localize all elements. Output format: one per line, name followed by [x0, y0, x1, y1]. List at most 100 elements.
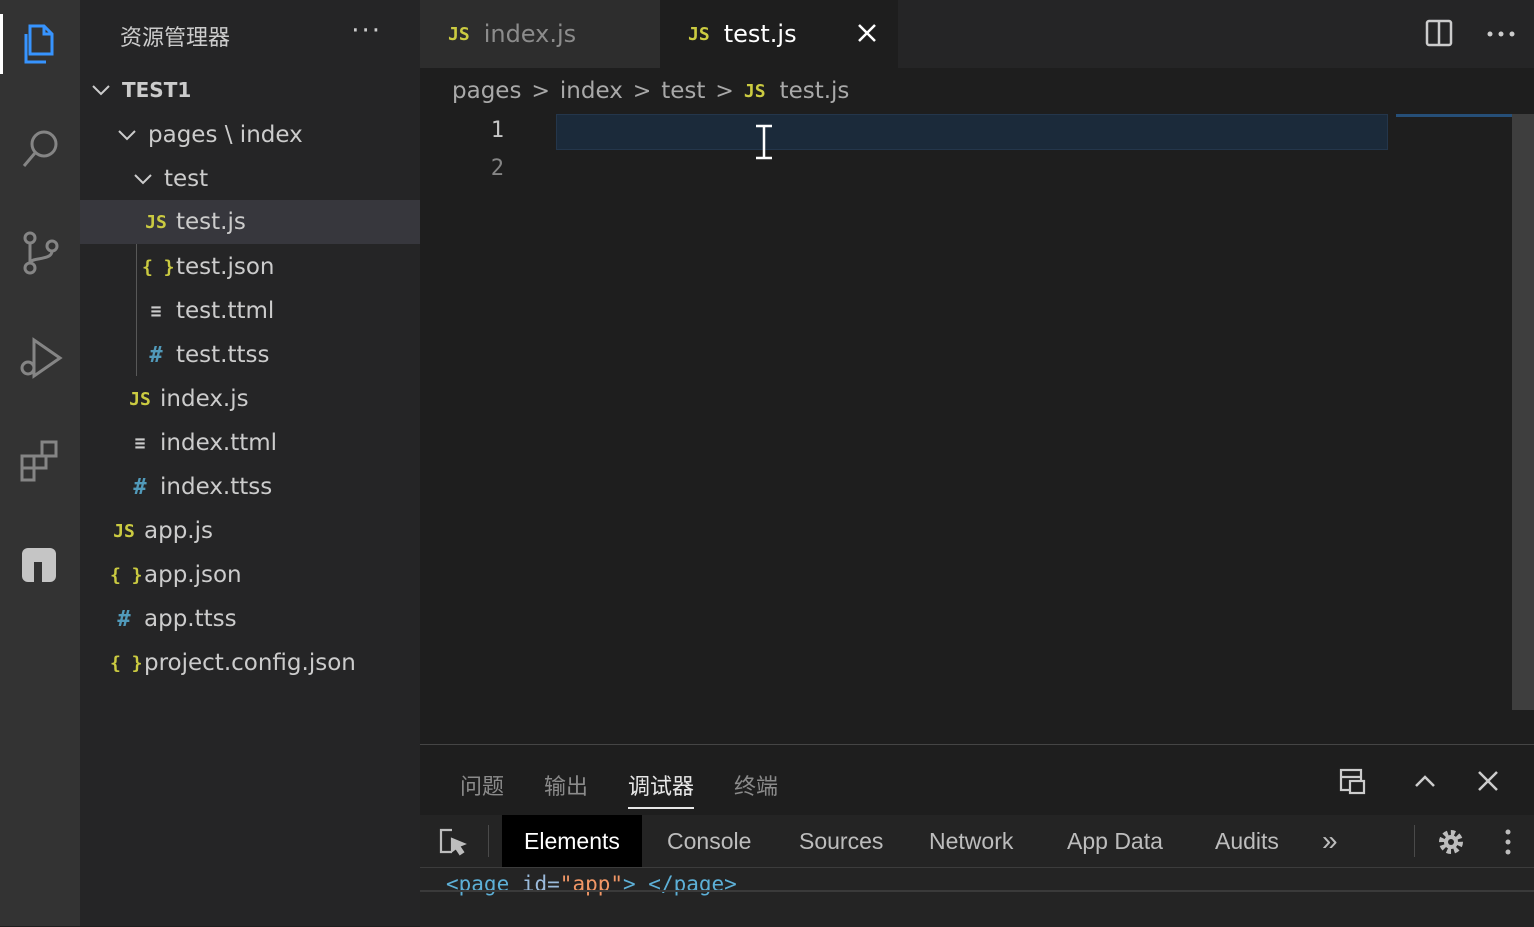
more-actions-icon[interactable]	[1486, 22, 1516, 46]
tab-test-js[interactable]: JS test.js	[660, 0, 898, 68]
chevron-down-icon	[116, 124, 138, 146]
gear-icon[interactable]	[1436, 827, 1466, 857]
explorer-icon[interactable]	[0, 14, 80, 74]
ttml-file-icon: ≡	[150, 300, 162, 322]
tab-index-js[interactable]: JS index.js	[420, 0, 660, 68]
js-file-icon: JS	[129, 388, 151, 410]
tab-label: test.js	[723, 20, 797, 48]
editor-actions	[1394, 0, 1534, 68]
text-cursor-icon	[756, 124, 772, 160]
line-number: 2	[490, 156, 504, 181]
js-file-icon: JS	[448, 23, 470, 45]
elements-panel: <page id="app"> </page>	[420, 868, 1534, 927]
line-number: 1	[490, 118, 504, 143]
more-actions-icon[interactable]: ···	[351, 16, 382, 46]
kebab-menu-icon[interactable]	[1500, 827, 1516, 857]
js-file-icon: JS	[743, 80, 766, 102]
breadcrumb: pages > index > test > JS test.js	[420, 68, 1534, 114]
json-file-icon: { }	[110, 652, 143, 674]
toolbar-divider	[488, 825, 489, 857]
devtools-tab-app-data[interactable]: App Data	[1067, 815, 1163, 867]
search-icon[interactable]	[0, 118, 80, 178]
bottom-panel: 问题 输出 调试器 终端 Elements Console Sources Ne…	[420, 744, 1534, 927]
more-tabs-icon[interactable]: »	[1322, 815, 1338, 867]
tree-item-label: app.js	[144, 518, 213, 544]
breadcrumb-file[interactable]: test.js	[780, 78, 850, 104]
code-editor[interactable]: 1 2	[420, 114, 1534, 744]
editor-scrollbar[interactable]	[1512, 114, 1534, 710]
devtools-tab-console[interactable]: Console	[667, 815, 751, 867]
tree-file-index-ttss[interactable]: # index.ttss	[80, 465, 466, 509]
tree-file-app-json[interactable]: { } app.json	[80, 553, 450, 597]
ttss-file-icon: #	[117, 606, 131, 632]
ttss-file-icon: #	[133, 474, 147, 500]
tree-item-label: index.js	[160, 386, 249, 412]
elements-scrollbar[interactable]	[420, 890, 1534, 892]
dom-node[interactable]: <page id="app"> </page>	[446, 872, 737, 896]
activity-bar	[0, 0, 80, 926]
ttss-file-icon: #	[149, 342, 163, 368]
tree-file-index-ttml[interactable]: ≡ index.ttml	[80, 421, 466, 465]
tree-item-label: app.ttss	[144, 606, 237, 632]
panel-layout-icon[interactable]	[1338, 767, 1368, 797]
explorer-sidebar: 资源管理器 ··· TEST1 pages \ index test JS te…	[80, 0, 482, 926]
sidebar-header: 资源管理器 ···	[80, 0, 420, 68]
devtools-tab-elements[interactable]: Elements	[502, 815, 642, 867]
workspace-root-label: TEST1	[122, 78, 192, 102]
chevron-right-icon: >	[632, 78, 652, 104]
source-control-icon[interactable]	[0, 222, 80, 282]
close-icon[interactable]	[854, 20, 880, 46]
breadcrumb-index[interactable]: index	[560, 78, 623, 104]
run-debug-icon[interactable]	[0, 326, 80, 386]
tree-file-index-js[interactable]: JS index.js	[80, 377, 466, 421]
tree-item-label: pages \ index	[148, 122, 303, 148]
js-file-icon: JS	[113, 520, 135, 542]
devtools-tab-audits[interactable]: Audits	[1215, 815, 1279, 867]
tree-folder-test[interactable]: test	[80, 157, 472, 201]
mini-program-icon[interactable]	[0, 534, 80, 594]
ttml-file-icon: ≡	[134, 432, 146, 454]
tree-item-label: test.js	[176, 209, 246, 235]
tree-item-label: test.ttss	[176, 342, 270, 368]
active-tab-indicator	[628, 807, 694, 809]
panel-tab-bar: 问题 输出 调试器 终端	[420, 745, 1534, 815]
tree-item-label: app.json	[144, 562, 242, 588]
sidebar-title: 资源管理器	[120, 26, 231, 51]
chevron-down-icon	[90, 79, 112, 101]
toolbar-divider	[1414, 825, 1415, 857]
inspect-element-icon[interactable]	[438, 827, 468, 857]
tab-debugger[interactable]: 调试器	[628, 769, 694, 801]
tab-problems[interactable]: 问题	[460, 769, 504, 801]
tree-item-label: index.ttml	[160, 430, 278, 456]
tree-item-label: project.config.json	[144, 650, 356, 676]
dom-close-tag: > </page>	[623, 872, 737, 896]
breadcrumb-pages[interactable]: pages	[452, 78, 521, 104]
tree-file-app-js[interactable]: JS app.js	[80, 509, 450, 553]
tree-file-project-config[interactable]: { } project.config.json	[80, 641, 450, 685]
editor-tab-bar: JS index.js JS test.js	[420, 0, 1534, 68]
chevron-right-icon: >	[531, 78, 550, 104]
tree-root[interactable]: TEST1	[80, 68, 430, 112]
tree-item-label: index.ttss	[160, 474, 273, 500]
chevron-down-icon	[132, 168, 154, 190]
extensions-icon[interactable]	[0, 430, 80, 490]
close-icon[interactable]	[1476, 769, 1500, 793]
breadcrumb-test[interactable]: test	[661, 78, 705, 104]
json-file-icon: { }	[142, 256, 175, 278]
split-editor-icon[interactable]	[1424, 18, 1454, 48]
dom-attr-name: id=	[509, 872, 560, 896]
dom-open-tag: <page	[446, 872, 510, 896]
tab-label: index.js	[483, 20, 577, 48]
tab-terminal[interactable]: 终端	[734, 769, 778, 801]
devtools-toolbar: Elements Console Sources Network App Dat…	[420, 815, 1534, 868]
tree-folder-pages-index[interactable]: pages \ index	[80, 113, 456, 157]
tree-file-app-ttss[interactable]: # app.ttss	[80, 597, 450, 641]
tab-output[interactable]: 输出	[544, 769, 588, 801]
chevron-up-icon[interactable]	[1412, 769, 1438, 795]
minimap-slider[interactable]	[1396, 114, 1512, 117]
devtools-tab-sources[interactable]: Sources	[799, 815, 883, 867]
tree-item-label: test.ttml	[176, 298, 275, 324]
js-file-icon: JS	[688, 23, 710, 45]
devtools-tab-network[interactable]: Network	[929, 815, 1013, 867]
tree-item-label: test	[164, 166, 209, 192]
